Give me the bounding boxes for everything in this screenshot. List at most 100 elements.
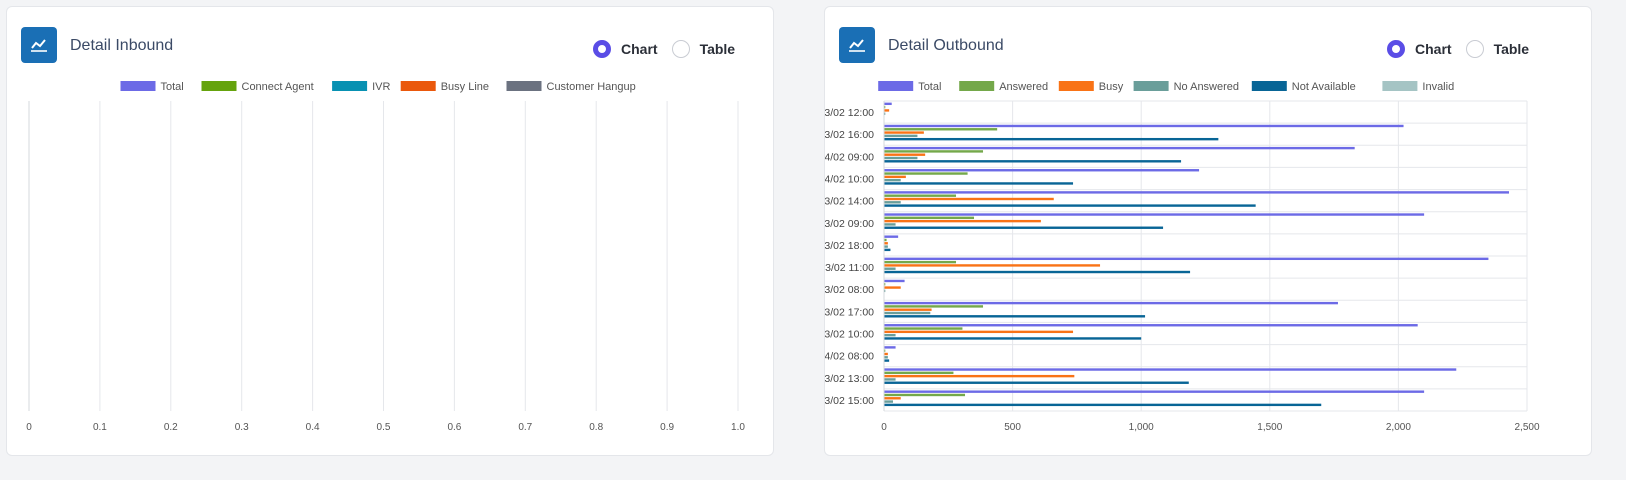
bar — [884, 146, 1355, 150]
bar — [884, 337, 1142, 340]
legend-swatch — [1133, 81, 1169, 91]
legend-label: Busy — [1099, 81, 1124, 93]
bar — [884, 102, 892, 106]
legend-label: Busy Line — [441, 81, 489, 93]
legend-label: Not Available — [1292, 81, 1356, 93]
bar — [884, 197, 1054, 201]
y-tick-label: 24/02 10:00 — [825, 174, 874, 186]
bar — [884, 333, 896, 337]
x-tick-label: 0.8 — [589, 422, 603, 433]
x-tick-label: 0 — [26, 422, 32, 433]
legend-swatch — [878, 81, 914, 91]
x-tick-label: 0.7 — [518, 422, 532, 433]
legend-label: Total — [918, 81, 941, 93]
legend-label: Customer Hangup — [547, 81, 636, 93]
x-tick-label: 0.5 — [377, 422, 391, 433]
legend-label: IVR — [372, 81, 390, 93]
bar — [884, 131, 924, 134]
bar — [884, 178, 901, 182]
y-tick-label: 23/02 17:00 — [825, 306, 874, 318]
legend-swatch — [959, 81, 995, 91]
bar — [884, 124, 1404, 128]
legend-swatch — [332, 81, 368, 91]
outbound-chart: Total Answered Busy No Answered Not Availabl… — [825, 81, 1540, 433]
x-tick-label: 0.3 — [235, 422, 249, 433]
bar — [884, 308, 932, 311]
x-tick-label: 2,500 — [1514, 422, 1539, 433]
legend-swatch — [201, 81, 237, 91]
legend-label: Answered — [999, 81, 1048, 93]
legend-swatch — [120, 81, 156, 91]
legend-swatch — [506, 81, 542, 91]
x-tick-label: 0.6 — [447, 422, 461, 433]
bar — [884, 403, 1322, 407]
legend-label: Total — [161, 81, 184, 93]
bar — [884, 270, 1191, 274]
bar — [884, 128, 998, 131]
bar — [884, 260, 957, 264]
inbound-chart: Total Connect Agent IVR Busy Line Customer H… — [26, 81, 745, 433]
legend-swatch — [1058, 81, 1094, 91]
x-tick-label: 0.9 — [660, 422, 674, 433]
outbound-card: Detail Outbound Chart Table Total Answere… — [824, 6, 1592, 456]
bar — [884, 150, 984, 153]
x-tick-label: 500 — [1004, 422, 1021, 433]
bar — [884, 226, 1164, 229]
bar — [884, 175, 906, 179]
bar — [884, 330, 1074, 334]
inbound-card: Detail Inbound Chart Table Total Connect … — [6, 6, 774, 456]
bar — [884, 191, 1509, 194]
bar — [884, 172, 968, 175]
y-tick-label: 23/02 16:00 — [825, 129, 874, 141]
bar — [884, 305, 984, 308]
bar — [884, 137, 1219, 141]
bar — [884, 356, 888, 359]
bar — [884, 346, 896, 349]
bar — [884, 248, 891, 252]
bar — [884, 390, 1425, 393]
bar — [884, 327, 963, 330]
bar — [884, 204, 1256, 207]
legend-label: Invalid — [1422, 81, 1454, 93]
bar — [884, 352, 888, 356]
bar — [884, 311, 931, 315]
bar — [884, 393, 966, 397]
bar — [884, 235, 899, 238]
bar — [884, 213, 1425, 216]
bar — [884, 242, 888, 245]
y-tick-label: 23/02 11:00 — [825, 262, 874, 274]
bar — [884, 368, 1457, 371]
bar — [884, 301, 1338, 305]
legend-swatch — [1382, 81, 1418, 91]
bar — [884, 156, 918, 160]
bar — [884, 201, 901, 204]
bar — [884, 267, 896, 270]
x-tick-label: 1.0 — [731, 422, 745, 433]
x-tick-label: 1,500 — [1257, 422, 1282, 433]
y-tick-label: 23/02 10:00 — [825, 329, 874, 341]
y-tick-label: 24/02 09:00 — [825, 151, 874, 163]
x-tick-label: 0.4 — [306, 422, 320, 433]
bar — [884, 216, 975, 220]
bar — [884, 194, 957, 197]
bar — [884, 324, 1418, 327]
bar — [884, 182, 1074, 185]
y-tick-label: 23/02 08:00 — [825, 284, 874, 296]
bar — [884, 279, 905, 283]
legend-swatch — [400, 81, 436, 91]
legend-label: No Answered — [1174, 81, 1239, 93]
legend-swatch — [1251, 81, 1287, 91]
legend-label: Connect Agent — [242, 81, 314, 93]
bar — [884, 397, 901, 400]
bar — [884, 109, 890, 112]
x-tick-label: 1,000 — [1129, 422, 1154, 433]
bar — [884, 169, 1200, 172]
bar — [884, 378, 896, 381]
bar — [884, 264, 1101, 267]
x-tick-label: 0.1 — [93, 422, 107, 433]
bar — [884, 371, 954, 375]
bar — [884, 219, 1041, 223]
bar — [884, 245, 888, 248]
bar — [884, 286, 901, 289]
y-tick-label: 23/02 09:00 — [825, 218, 874, 230]
